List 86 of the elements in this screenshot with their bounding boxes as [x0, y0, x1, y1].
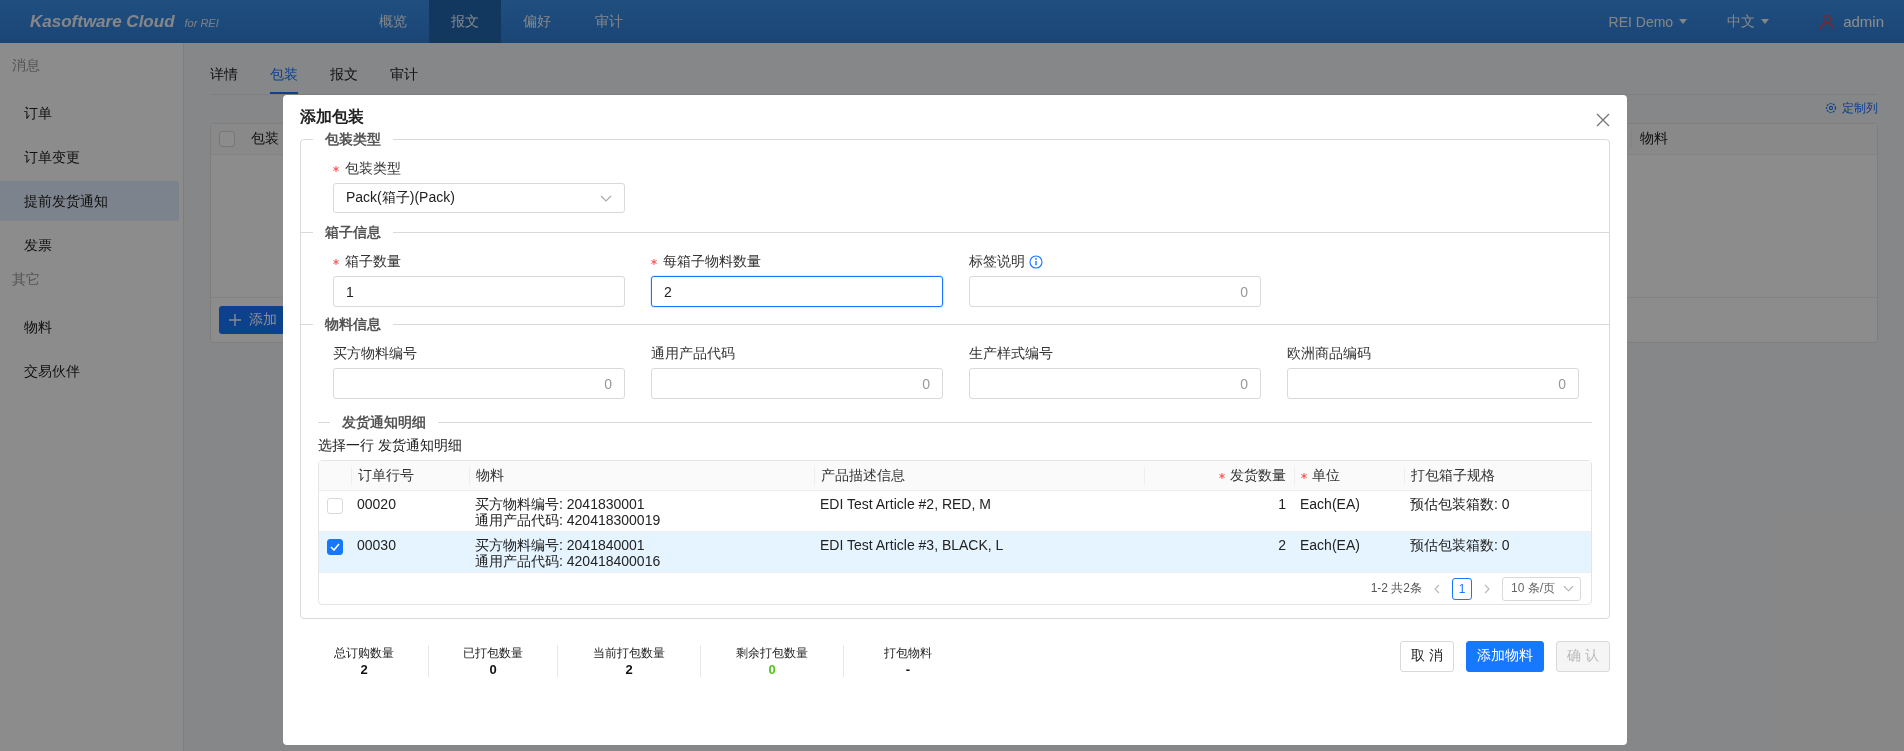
stat-label: 总订购数量 — [334, 645, 394, 662]
table-cell: EDI Test Article #3, BLACK, L — [820, 537, 1004, 553]
sidebar-item[interactable]: 订单变更 — [0, 137, 179, 177]
checkmark-icon[interactable] — [330, 543, 340, 551]
table-cell-text: 通用产品代码: 420418400016 — [475, 553, 662, 569]
customize-columns-link[interactable]: 定制列 — [1842, 99, 1878, 117]
field-label: 标签说明 — [969, 253, 1025, 271]
field-label: 每箱子物料数量 — [663, 253, 761, 271]
nav-item[interactable]: 报文 — [429, 0, 501, 43]
row-checkbox[interactable] — [327, 539, 343, 555]
table-row[interactable]: 00030 买方物料编号: 2041840001 通用产品代码: 420418400016 EDI Test Article #3, BLACK, L 2 Each(EA) 预估包装箱数: 0 — [319, 532, 1591, 573]
table-hint: 选择一行 发货通知明细 — [318, 436, 463, 455]
tab[interactable]: 详情 — [210, 61, 258, 94]
column-header: 包装 — [251, 130, 279, 146]
field-label: 通用产品代码 — [651, 345, 735, 363]
stat-label: 打包物料 — [884, 645, 932, 662]
input-field[interactable]: 0 — [969, 368, 1261, 399]
input-field[interactable]: 1 — [333, 276, 625, 307]
field-label: 欧洲商品编码 — [1287, 345, 1371, 363]
table-cell-text: 买方物料编号: 2041840001 — [475, 537, 646, 553]
section-legend: 发货通知明细 — [330, 413, 438, 431]
stat-label: 当前打包数量 — [593, 645, 665, 662]
sidebar-item[interactable]: 发票 — [0, 225, 179, 265]
stat-value: 0 — [768, 662, 776, 677]
pagination-total: 1-2 共2条 — [1370, 580, 1422, 597]
column-header: 物料 — [476, 466, 504, 485]
field-label: 生产样式编号 — [969, 345, 1053, 363]
close-icon[interactable] — [1596, 113, 1610, 127]
input-field[interactable]: 0 — [651, 368, 943, 399]
column-header: 单位 — [1312, 466, 1340, 485]
input-field[interactable]: 2 — [651, 276, 943, 307]
table-cell: Each(EA) — [1300, 537, 1360, 553]
page-number[interactable]: 1 — [1452, 577, 1472, 600]
dialog-button[interactable]: 取 消 — [1400, 640, 1455, 672]
package-type-select[interactable]: Pack(箱子)(Pack) — [333, 183, 625, 213]
column-header: 物料 — [1640, 130, 1668, 146]
chevron-down-icon[interactable] — [600, 194, 612, 202]
previous-page-icon[interactable] — [1434, 583, 1440, 594]
field-label: 箱子数量 — [345, 253, 401, 271]
brand-logo-text: Kasoftware Cloud — [30, 11, 175, 32]
column-header: 产品描述信息 — [821, 466, 905, 485]
sidebar-item[interactable]: 物料 — [0, 307, 179, 347]
table-cell: 预估包装箱数: 0 — [1410, 537, 1510, 553]
table-cell: Each(EA) — [1300, 496, 1360, 512]
stat-value: 2 — [625, 662, 633, 677]
brand-suffix: for REI — [184, 16, 219, 29]
stat-value: - — [905, 662, 911, 677]
field-label: 包装类型 — [345, 160, 401, 178]
table-cell: 00020 — [357, 496, 396, 512]
dialog-title: 添加包装 — [300, 106, 364, 127]
next-page-icon[interactable] — [1484, 583, 1490, 594]
table-cell: EDI Test Article #2, RED, M — [820, 496, 991, 512]
dialog-button[interactable]: 添加物料 — [1466, 640, 1545, 672]
page-size-select[interactable]: 10 条/页 — [1502, 576, 1581, 601]
table-cell: 00030 — [357, 537, 396, 553]
section-legend: 箱子信息 — [313, 223, 393, 241]
table-cell: 2 — [1278, 537, 1286, 553]
chevron-down-icon[interactable] — [1563, 585, 1574, 592]
user-name[interactable]: admin — [1843, 13, 1884, 30]
info-icon[interactable] — [1029, 255, 1043, 269]
sidebar-item[interactable]: 交易伙伴 — [0, 351, 179, 391]
stat-label: 已打包数量 — [463, 645, 523, 662]
caret-icon[interactable] — [1761, 19, 1770, 24]
plus-icon[interactable] — [229, 314, 241, 326]
table-cell: 1 — [1278, 496, 1286, 512]
column-header: 发货数量 — [1230, 466, 1286, 485]
field-label: 买方物料编号 — [333, 345, 417, 363]
stat-value: 0 — [489, 662, 497, 677]
sidebar-item[interactable]: 订单 — [0, 93, 179, 133]
stat-value: 2 — [360, 662, 368, 677]
tab[interactable]: 报文 — [330, 61, 378, 94]
settings-icon[interactable] — [1825, 102, 1837, 114]
sidebar-item[interactable]: 提前发货通知 — [0, 181, 179, 221]
column-header: 订单行号 — [358, 466, 414, 485]
column-header: 打包箱子规格 — [1411, 466, 1495, 485]
section-legend: 包装类型 — [313, 130, 393, 148]
section-legend: 物料信息 — [313, 315, 393, 333]
caret-icon[interactable] — [1679, 19, 1688, 24]
stat-label: 剩余打包数量 — [736, 645, 808, 662]
input-field[interactable]: 0 — [969, 276, 1261, 307]
input-field[interactable]: 0 — [333, 368, 625, 399]
input-field[interactable]: 0 — [1287, 368, 1579, 399]
tab[interactable]: 审计 — [390, 61, 438, 94]
table-cell-text: 买方物料编号: 2041830001 — [475, 496, 646, 512]
table-cell-text: 通用产品代码: 420418300019 — [475, 512, 662, 528]
table-cell: 预估包装箱数: 0 — [1410, 496, 1510, 512]
